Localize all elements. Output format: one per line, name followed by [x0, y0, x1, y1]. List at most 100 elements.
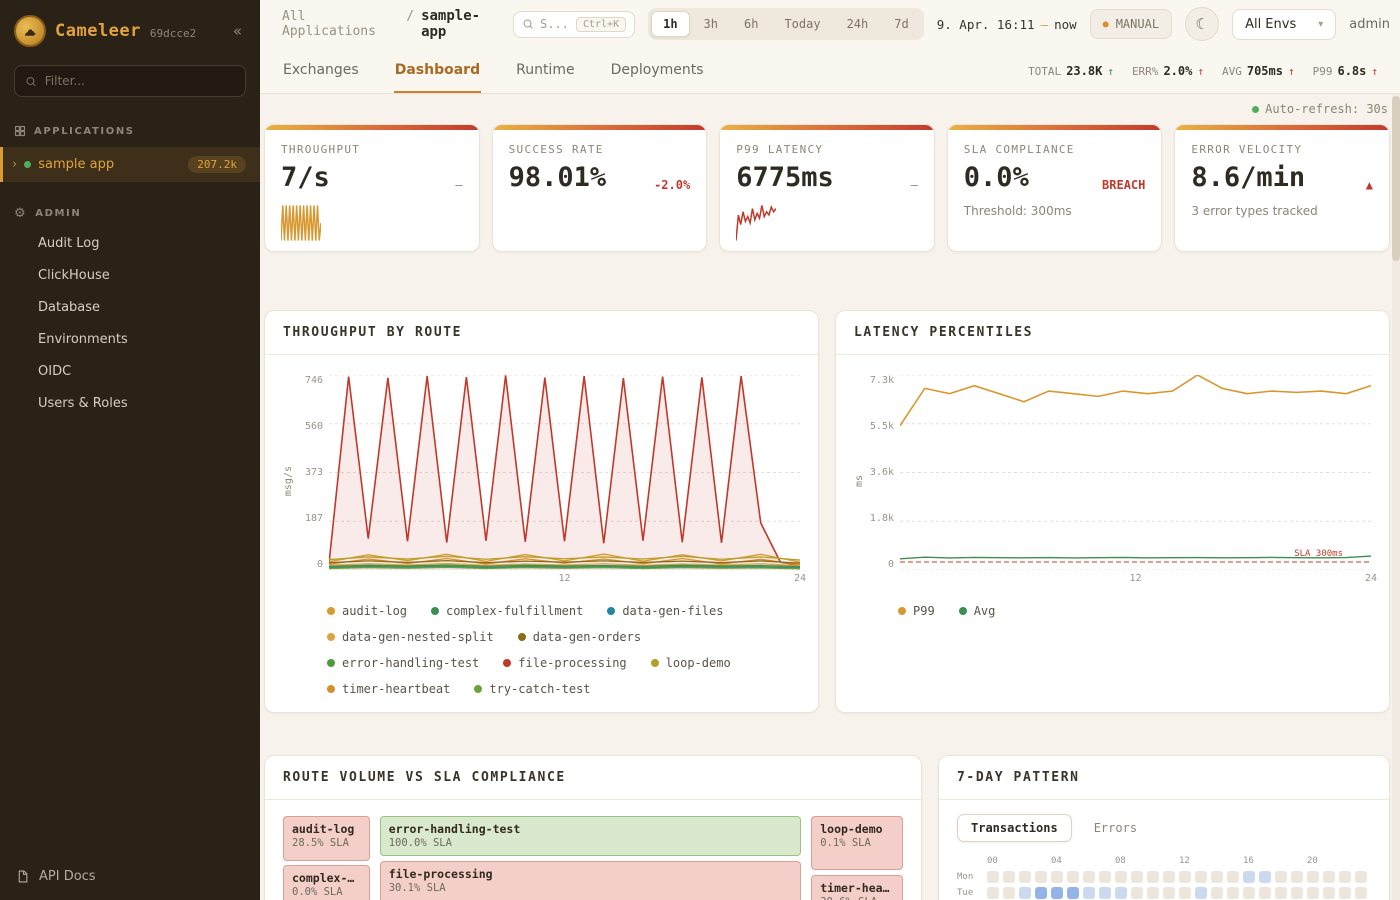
- treemap-tile-file-processing[interactable]: file-processing30.1% SLA: [380, 861, 802, 900]
- legend-label: loop-demo: [666, 656, 731, 670]
- legend-item-timer-heartbeat[interactable]: timer-heartbeat: [327, 682, 450, 696]
- legend-dot-icon: [474, 685, 482, 693]
- heatmap-cell: [987, 887, 999, 899]
- kpi-title: SLA COMPLIANCE: [964, 143, 1146, 156]
- time-range-today[interactable]: Today: [772, 11, 832, 37]
- heatmap-row-mon: Mon: [957, 869, 1371, 885]
- legend-item-file-processing[interactable]: file-processing: [503, 656, 626, 670]
- kpi-sparkline: [281, 203, 321, 243]
- heatmap-cell: [1147, 871, 1159, 883]
- sidebar-top: Cameleer 69dcce2 « APPLICATIONS › sample…: [0, 0, 260, 420]
- date-range-picker[interactable]: 9. Apr. 16:11 – now: [937, 17, 1077, 32]
- legend-dot-icon: [327, 633, 335, 641]
- sidebar-item-database[interactable]: Database: [0, 292, 260, 323]
- sidebar-item-api-docs[interactable]: API Docs: [0, 853, 260, 900]
- kpi-delta: ▲: [1366, 178, 1373, 192]
- sidebar-filter[interactable]: [14, 65, 246, 97]
- manual-dot-icon: ●: [1103, 19, 1109, 30]
- heatmap-cell: [1275, 871, 1287, 883]
- legend-item-error-handling-test[interactable]: error-handling-test: [327, 656, 479, 670]
- treemap-tile-audit-log[interactable]: audit-log28.5% SLA: [283, 816, 370, 861]
- heatmap-cell: [1083, 871, 1095, 883]
- tab-dashboard[interactable]: Dashboard: [394, 48, 481, 93]
- treemap-tile-loop-demo[interactable]: loop-demo0.1% SLA: [811, 816, 903, 870]
- environment-select[interactable]: All Envs ▾: [1232, 9, 1336, 40]
- kpi-delta: -2.0%: [654, 178, 690, 192]
- toggle-errors[interactable]: Errors: [1080, 814, 1151, 842]
- sidebar-item-sample-app[interactable]: › sample app 207.2k: [0, 147, 260, 182]
- breadcrumb-all-applications[interactable]: All Applications: [282, 9, 399, 39]
- sla-threshold-label: SLA 300ms: [1294, 549, 1343, 559]
- kpi-accent-band: [493, 125, 707, 130]
- user-menu[interactable]: admin: [1349, 17, 1390, 32]
- gear-icon: ⚙: [14, 209, 27, 219]
- refresh-mode-button[interactable]: ● MANUAL: [1090, 9, 1172, 39]
- sidebar-item-environments[interactable]: Environments: [0, 324, 260, 355]
- legend-label: data-gen-files: [622, 604, 723, 618]
- kpi-card-throughput: THROUGHPUT7/s–: [264, 124, 480, 252]
- top-bar: All Applications / sample-app Ctrl+K 1h3…: [260, 0, 1400, 48]
- kpi-delta: –: [455, 178, 462, 192]
- tabs-bar: ExchangesDashboardRuntimeDeployments TOT…: [260, 48, 1400, 94]
- admin-section-label: ⚙ ADMIN: [0, 200, 260, 227]
- kpi-value: 7/s: [281, 164, 330, 192]
- heatmap-cell: [1227, 887, 1239, 899]
- heatmap-cell: [1179, 887, 1191, 899]
- search-input[interactable]: [540, 17, 570, 31]
- legend-dot-icon: [503, 659, 511, 667]
- legend-label: file-processing: [518, 656, 626, 670]
- route-volume-sla-card: ROUTE VOLUME VS SLA COMPLIANCE audit-log…: [264, 755, 922, 900]
- sidebar-item-oidc[interactable]: OIDC: [0, 356, 260, 387]
- tab-exchanges[interactable]: Exchanges: [282, 48, 360, 93]
- time-range-3h[interactable]: 3h: [692, 11, 730, 37]
- tile-sla-value: 30.6% SLA: [820, 896, 894, 900]
- legend-item-audit-log[interactable]: audit-log: [327, 604, 407, 618]
- time-range-7d[interactable]: 7d: [882, 11, 920, 37]
- search-shortcut-kbd: Ctrl+K: [576, 17, 626, 32]
- legend-item-complex-fulfillment[interactable]: complex-fulfillment: [431, 604, 583, 618]
- legend-item-avg[interactable]: Avg: [959, 604, 996, 618]
- scrollbar-thumb[interactable]: [1392, 96, 1400, 261]
- tab-runtime[interactable]: Runtime: [515, 48, 575, 93]
- legend-label: error-handling-test: [342, 656, 479, 670]
- dark-mode-toggle[interactable]: ☾: [1185, 7, 1219, 41]
- legend-item-data-gen-files[interactable]: data-gen-files: [607, 604, 723, 618]
- heatmap-cell: [1179, 871, 1191, 883]
- heatmap-hour-labels: 000408121620: [987, 856, 1371, 869]
- legend-item-p99[interactable]: P99: [898, 604, 935, 618]
- sidebar-item-clickhouse[interactable]: ClickHouse: [0, 260, 260, 291]
- green-dot-icon: [1252, 106, 1259, 113]
- time-range-24h[interactable]: 24h: [835, 11, 881, 37]
- heatmap-cell: [1339, 887, 1351, 899]
- treemap-tile-complex-fulfillment[interactable]: complex-fulfillment0.0% SLA: [283, 865, 370, 900]
- search-icon: [25, 75, 37, 88]
- stat-trend-arrow-icon: ↑: [1371, 65, 1378, 78]
- scrollbar[interactable]: [1392, 94, 1400, 900]
- stat-label: P99: [1313, 65, 1333, 78]
- legend-dot-icon: [327, 685, 335, 693]
- treemap-tile-error-handling-test[interactable]: error-handling-test100.0% SLA: [380, 816, 802, 856]
- heatmap-cell: [1051, 887, 1063, 899]
- heatmap-cell: [1083, 887, 1095, 899]
- latency-percentiles-card: LATENCY PERCENTILES ms7.3k5.5k3.6k1.8k0S…: [835, 310, 1390, 713]
- filter-input[interactable]: [45, 74, 235, 88]
- legend-label: Avg: [974, 604, 996, 618]
- treemap-tile-timer-heartbeat[interactable]: timer-heartbeat30.6% SLA: [811, 875, 903, 900]
- heatmap-cell: [987, 871, 999, 883]
- legend-item-data-gen-orders[interactable]: data-gen-orders: [518, 630, 641, 644]
- sidebar-collapse-icon[interactable]: «: [229, 20, 246, 42]
- legend-item-loop-demo[interactable]: loop-demo: [651, 656, 731, 670]
- legend-item-try-catch-test[interactable]: try-catch-test: [474, 682, 590, 696]
- toggle-transactions[interactable]: Transactions: [957, 814, 1072, 842]
- app-title: Cameleer: [55, 21, 141, 41]
- legend-item-data-gen-nested-split[interactable]: data-gen-nested-split: [327, 630, 494, 644]
- sidebar-item-users-roles[interactable]: Users & Roles: [0, 388, 260, 419]
- legend-label: timer-heartbeat: [342, 682, 450, 696]
- kpi-accent-band: [948, 125, 1162, 130]
- time-range-1h[interactable]: 1h: [651, 11, 689, 37]
- time-range-6h[interactable]: 6h: [732, 11, 770, 37]
- global-search[interactable]: Ctrl+K: [513, 11, 635, 38]
- kpi-value: 6775ms: [736, 164, 834, 192]
- sidebar-item-audit-log[interactable]: Audit Log: [0, 228, 260, 259]
- tab-deployments[interactable]: Deployments: [610, 48, 705, 93]
